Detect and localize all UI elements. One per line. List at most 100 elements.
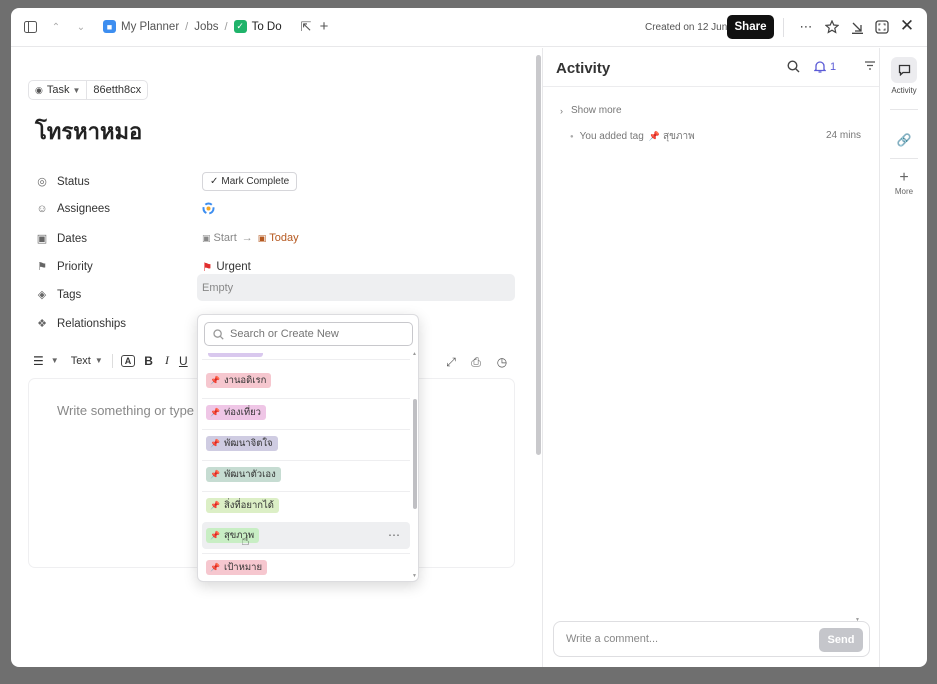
field-priority: ⚑ Priority xyxy=(35,260,93,274)
tag-label: พัฒนาตัวเอง xyxy=(223,468,276,480)
activity-rail-label: Activity xyxy=(891,86,917,95)
text-style-select[interactable]: Text xyxy=(71,355,91,367)
field-dates: ▣ Dates xyxy=(35,232,87,246)
activity-rail-button[interactable] xyxy=(891,57,917,83)
favorite-star-icon[interactable] xyxy=(824,19,840,35)
italic-icon[interactable]: I xyxy=(165,353,169,368)
pin-icon: 📌 xyxy=(210,531,220,540)
tag-option[interactable]: 📌 เป้าหมาย xyxy=(202,553,410,580)
divider xyxy=(543,86,880,87)
top-bar: ⌃ ⌄ ■ My Planner / Jobs / ✓ To Do ⇱ + Cr… xyxy=(11,8,927,47)
divider xyxy=(890,109,918,110)
status-value: ✓ Mark Complete xyxy=(202,172,298,191)
activity-entry-text: You added tag xyxy=(579,131,644,142)
tag-label: พัฒนาจิตใจ xyxy=(223,437,273,449)
field-label: Relationships xyxy=(57,317,127,330)
pin-icon: 📌 xyxy=(210,469,220,479)
text-color-icon[interactable]: A xyxy=(120,354,136,367)
field-status: ◎ Status xyxy=(35,175,89,189)
tag-option[interactable]: 📌 พัฒนาตัวเอง xyxy=(202,460,410,487)
tag-option[interactable]: 📌 สุขภาพ ⋯ xyxy=(202,522,410,549)
subtasks-heading-partial xyxy=(35,663,95,667)
activity-entry-tag: สุขภาพ xyxy=(662,131,695,142)
breadcrumb: ■ My Planner / Jobs / ✓ To Do xyxy=(103,20,282,33)
list-icon[interactable]: ☰ xyxy=(33,354,44,368)
scrollbar[interactable] xyxy=(536,55,541,455)
chevron-down-icon[interactable]: ▼ xyxy=(51,356,59,365)
comment-input[interactable]: Write a comment... Send xyxy=(553,621,870,657)
link-icon[interactable]: 🔗 xyxy=(891,127,917,153)
tag-search-input[interactable] xyxy=(230,328,400,340)
breadcrumb-task-list[interactable]: To Do xyxy=(252,21,282,33)
search-icon xyxy=(213,328,224,340)
fullscreen-icon[interactable]: ⤢ xyxy=(444,355,458,369)
move-icon[interactable]: ⇱ xyxy=(299,19,313,34)
more-icon[interactable]: ⋯ xyxy=(798,19,814,35)
notification-count: 1 xyxy=(830,60,837,73)
chevron-down-icon[interactable]: ⌄ xyxy=(74,20,88,34)
activity-pane: Activity 1 › Show more ● You added tag 📌… xyxy=(542,48,880,667)
filter-icon[interactable] xyxy=(864,60,876,74)
print-icon[interactable]: ⎙ xyxy=(469,355,483,369)
tag-option[interactable]: 📌 สิ่งที่อยากได้ xyxy=(202,491,410,518)
bullet-icon: ● xyxy=(570,133,574,140)
priority-value[interactable]: ⚑ Urgent xyxy=(202,260,251,274)
notifications-button[interactable]: 1 xyxy=(814,60,836,73)
chevron-up-icon[interactable]: ⌃ xyxy=(49,20,63,34)
scroll-up-arrow-icon[interactable]: ▲ xyxy=(412,351,417,357)
chevron-down-icon[interactable]: ▼ xyxy=(95,356,103,365)
activity-entry: ● You added tag 📌 สุขภาพ xyxy=(570,129,695,144)
activity-search-icon[interactable] xyxy=(787,60,800,76)
tag-chip: 📌 เป้าหมาย xyxy=(206,559,268,575)
due-date: Today xyxy=(269,232,299,244)
tag-chip: 📌 ท่องเที่ยว xyxy=(206,404,266,420)
minimize-icon[interactable] xyxy=(849,19,865,35)
calendar-icon: ▣ xyxy=(36,233,48,245)
start-date: Start xyxy=(213,232,237,244)
tag-label: งานอดิเรก xyxy=(223,375,267,386)
person-icon: ☺ xyxy=(36,203,48,215)
tag-option[interactable]: 📌 งานอดิเรก xyxy=(202,367,410,394)
expand-icon[interactable] xyxy=(874,19,890,35)
task-window: ⌃ ⌄ ■ My Planner / Jobs / ✓ To Do ⇱ + Cr… xyxy=(11,8,927,667)
assignee-avatar[interactable] xyxy=(202,202,215,215)
bold-icon[interactable]: B xyxy=(144,354,153,368)
send-button[interactable]: Send xyxy=(819,628,863,652)
tag-label: สุขภาพ xyxy=(223,530,255,541)
status-icon: ◎ xyxy=(37,176,47,188)
close-icon[interactable]: ✕ xyxy=(899,16,915,35)
add-icon[interactable]: + xyxy=(317,18,331,35)
calendar-icon: ▣ xyxy=(257,232,267,243)
breadcrumb-space[interactable]: My Planner xyxy=(121,21,179,33)
tag-chip-partial xyxy=(208,353,263,357)
share-button[interactable]: Share xyxy=(727,15,774,39)
tag-option[interactable]: 📌 ท่องเที่ยว xyxy=(202,398,410,425)
dropdown-scrollbar[interactable] xyxy=(413,399,417,509)
task-type-selector: ◉ Task ▼ 86etth8cx xyxy=(28,80,149,100)
task-type-button[interactable]: ◉ Task ▼ xyxy=(29,81,86,99)
tag-icon: ◈ xyxy=(37,289,47,301)
pin-icon: 📌 xyxy=(648,131,660,141)
tags-input[interactable]: Empty xyxy=(197,274,515,301)
sidebar-toggle-icon[interactable] xyxy=(23,20,37,34)
bell-icon xyxy=(814,61,826,73)
activity-entry-time: 24 mins xyxy=(826,130,862,141)
tag-option[interactable]: 📌 พัฒนาจิตใจ xyxy=(202,429,410,456)
tag-search xyxy=(204,322,413,346)
show-more-button[interactable]: › Show more xyxy=(560,105,622,116)
task-id[interactable]: 86etth8cx xyxy=(86,81,147,99)
right-rail: Activity 🔗 + More xyxy=(879,48,927,667)
mark-complete-button[interactable]: ✓ Mark Complete xyxy=(202,172,298,191)
page-title[interactable]: โทรหาหมอ xyxy=(35,114,142,149)
scroll-down-arrow-icon[interactable]: ▼ xyxy=(412,573,417,579)
breadcrumb-list[interactable]: Jobs xyxy=(194,21,218,33)
arrow-right-icon: → xyxy=(241,232,253,244)
dates-value[interactable]: ▣ Start → ▣ Today xyxy=(202,232,299,244)
field-label: Assignees xyxy=(57,203,111,215)
tag-label: เป้าหมาย xyxy=(223,561,263,573)
urgent-flag-icon: ⚑ xyxy=(202,262,213,274)
status-dot-icon: ◉ xyxy=(35,84,43,95)
more-options-icon[interactable]: ⋯ xyxy=(388,528,400,542)
underline-icon[interactable]: U xyxy=(179,354,188,368)
history-icon[interactable]: ◷ xyxy=(495,355,509,369)
